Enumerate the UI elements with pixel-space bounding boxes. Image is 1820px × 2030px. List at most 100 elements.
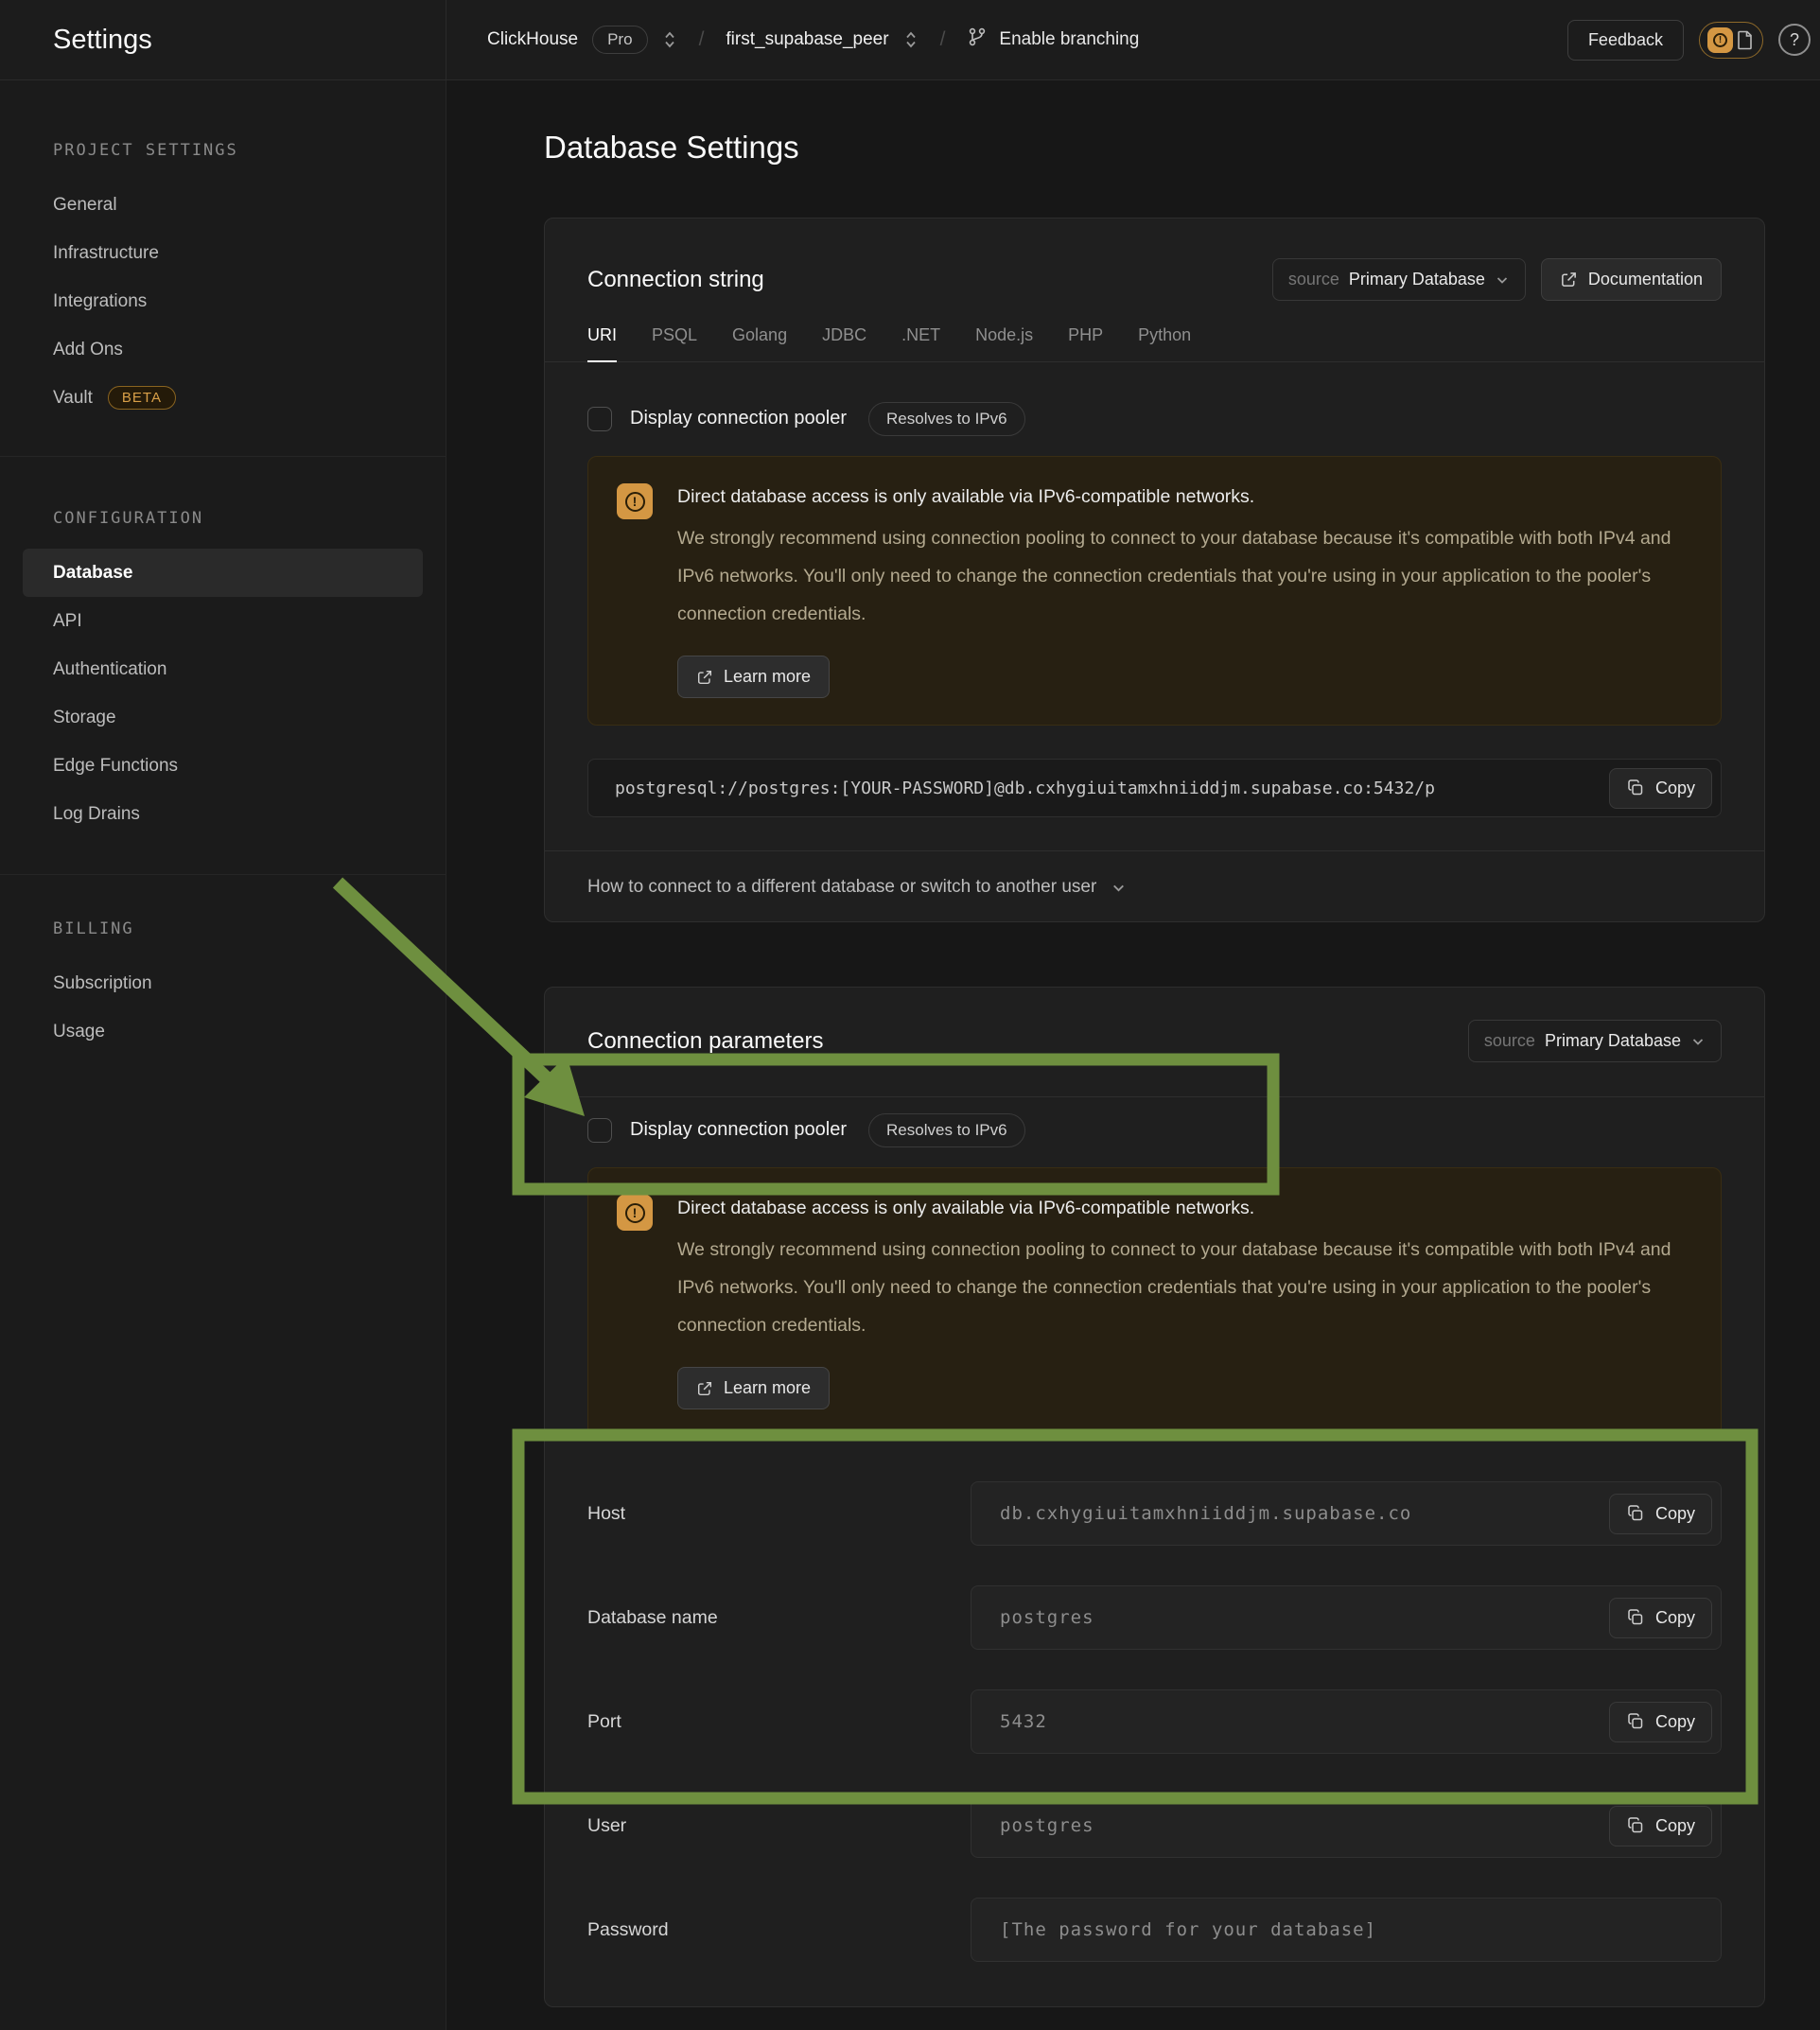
- git-branch-icon: [967, 26, 988, 53]
- connection-parameters-card: Connection parameters source Primary Dat…: [544, 987, 1765, 2007]
- connection-uri-field[interactable]: postgresql://postgres:[YOUR-PASSWORD]@db…: [587, 759, 1722, 817]
- enable-branching-label: Enable branching: [999, 29, 1139, 50]
- copy-button[interactable]: Copy: [1609, 768, 1712, 809]
- connect-help-label: How to connect to a different database o…: [587, 877, 1096, 898]
- sidebar-section-billing: BILLING Subscription Usage: [0, 874, 446, 1090]
- copy-button-label: Copy: [1655, 779, 1695, 798]
- sidebar-item-label: Vault: [53, 388, 93, 409]
- database-name-input[interactable]: postgres Copy: [971, 1585, 1722, 1650]
- sidebar-item-vault[interactable]: Vault BETA: [0, 374, 446, 422]
- port-input[interactable]: 5432 Copy: [971, 1689, 1722, 1754]
- copy-icon: [1626, 1816, 1645, 1835]
- plan-badge: Pro: [592, 26, 647, 54]
- external-link-icon: [696, 1380, 713, 1397]
- tab-dotnet[interactable]: .NET: [901, 325, 940, 361]
- external-link-icon: [696, 669, 713, 686]
- copy-button[interactable]: Copy: [1609, 1494, 1712, 1534]
- copy-icon: [1626, 1608, 1645, 1627]
- project-selector-chevrons-icon[interactable]: [903, 29, 919, 50]
- source-select[interactable]: source Primary Database: [1272, 258, 1526, 301]
- tab-jdbc[interactable]: JDBC: [822, 325, 866, 361]
- source-select-label: source: [1484, 1031, 1535, 1051]
- tab-php[interactable]: PHP: [1068, 325, 1103, 361]
- notifications-button[interactable]: !: [1699, 22, 1763, 59]
- display-connection-pooler-checkbox[interactable]: [587, 1118, 612, 1143]
- field-row-port: Port 5432 Copy: [587, 1689, 1722, 1754]
- copy-button[interactable]: Copy: [1609, 1702, 1712, 1742]
- warning-body: We strongly recommend using connection p…: [677, 1231, 1692, 1344]
- app-title: Settings: [0, 0, 446, 79]
- documentation-button[interactable]: Documentation: [1541, 258, 1722, 301]
- chevron-down-icon: [1690, 1034, 1706, 1049]
- beta-badge: BETA: [108, 386, 176, 410]
- password-input[interactable]: [The password for your database]: [971, 1898, 1722, 1962]
- source-select[interactable]: source Primary Database: [1468, 1020, 1722, 1062]
- org-selector-chevrons-icon[interactable]: [662, 29, 677, 50]
- sidebar-item-api[interactable]: API: [0, 597, 446, 645]
- copy-button-label: Copy: [1655, 1608, 1695, 1628]
- tab-psql[interactable]: PSQL: [652, 325, 697, 361]
- sidebar-item-add-ons[interactable]: Add Ons: [0, 325, 446, 374]
- connection-string-title: Connection string: [587, 267, 764, 293]
- warning-icon: !: [617, 1195, 653, 1231]
- tab-nodejs[interactable]: Node.js: [975, 325, 1033, 361]
- learn-more-button[interactable]: Learn more: [677, 1367, 830, 1409]
- documentation-label: Documentation: [1588, 270, 1703, 289]
- breadcrumb-org[interactable]: ClickHouse: [487, 29, 578, 50]
- source-select-value: Primary Database: [1349, 270, 1485, 289]
- ipv6-warning-box: ! Direct database access is only availab…: [587, 456, 1722, 726]
- sidebar-item-edge-functions[interactable]: Edge Functions: [0, 742, 446, 790]
- copy-button-label: Copy: [1655, 1816, 1695, 1836]
- warning-icon: !: [617, 483, 653, 519]
- breadcrumb-project[interactable]: first_supabase_peer: [726, 29, 888, 50]
- field-row-database-name: Database name postgres Copy: [587, 1585, 1722, 1650]
- breadcrumb-separator: /: [691, 28, 712, 51]
- sidebar-item-general[interactable]: General: [0, 181, 446, 229]
- warning-title: Direct database access is only available…: [677, 1195, 1692, 1221]
- learn-more-button[interactable]: Learn more: [677, 656, 830, 698]
- copy-icon: [1626, 1504, 1645, 1523]
- user-input[interactable]: postgres Copy: [971, 1794, 1722, 1858]
- sidebar-item-database[interactable]: Database: [23, 549, 423, 597]
- chevron-down-icon: [1495, 272, 1510, 288]
- sidebar-item-infrastructure[interactable]: Infrastructure: [0, 229, 446, 277]
- sidebar-item-label: API: [53, 611, 82, 632]
- sidebar-section-project-settings: PROJECT SETTINGS General Infrastructure …: [0, 80, 446, 456]
- connect-help-toggle[interactable]: How to connect to a different database o…: [545, 850, 1764, 923]
- sidebar-item-label: Integrations: [53, 291, 147, 312]
- pooler-label: Display connection pooler: [630, 1119, 847, 1141]
- copy-button[interactable]: Copy: [1609, 1598, 1712, 1638]
- sidebar-item-log-drains[interactable]: Log Drains: [0, 790, 446, 838]
- sidebar-item-label: Usage: [53, 1022, 105, 1042]
- host-input[interactable]: db.cxhygiuitamxhniiddjm.supabase.co Copy: [971, 1481, 1722, 1546]
- sidebar-item-label: Storage: [53, 708, 116, 728]
- field-value: postgres: [1000, 1607, 1609, 1628]
- sidebar-section-configuration: CONFIGURATION Database API Authenticatio…: [0, 456, 446, 874]
- connection-string-card: Connection string source Primary Databas…: [544, 218, 1765, 922]
- field-row-user: User postgres Copy: [587, 1794, 1722, 1858]
- feedback-button[interactable]: Feedback: [1567, 20, 1684, 61]
- page-title: Database Settings: [544, 130, 799, 166]
- copy-button[interactable]: Copy: [1609, 1806, 1712, 1846]
- sidebar-item-storage[interactable]: Storage: [0, 693, 446, 742]
- tab-golang[interactable]: Golang: [732, 325, 787, 361]
- tab-uri[interactable]: URI: [587, 325, 617, 362]
- chevron-down-icon: [1111, 880, 1127, 896]
- ipv6-warning-box: ! Direct database access is only availab…: [587, 1167, 1722, 1437]
- sidebar-item-label: Database: [53, 563, 133, 584]
- sidebar-item-subscription[interactable]: Subscription: [0, 959, 446, 1007]
- sidebar-item-label: Infrastructure: [53, 243, 159, 264]
- enable-branching-button[interactable]: Enable branching: [967, 26, 1139, 53]
- sidebar-item-usage[interactable]: Usage: [0, 1007, 446, 1056]
- resolves-to-ipv6-badge: Resolves to IPv6: [868, 1113, 1025, 1147]
- copy-button-label: Copy: [1655, 1504, 1695, 1524]
- copy-icon: [1626, 1712, 1645, 1731]
- display-connection-pooler-checkbox[interactable]: [587, 407, 612, 431]
- sidebar-item-integrations[interactable]: Integrations: [0, 277, 446, 325]
- help-button[interactable]: ?: [1778, 24, 1811, 56]
- field-label: Database name: [587, 1607, 971, 1629]
- topbar-actions: Feedback ! ?: [1567, 20, 1814, 61]
- tab-python[interactable]: Python: [1138, 325, 1191, 361]
- sidebar-item-authentication[interactable]: Authentication: [0, 645, 446, 693]
- field-label: User: [587, 1815, 971, 1837]
